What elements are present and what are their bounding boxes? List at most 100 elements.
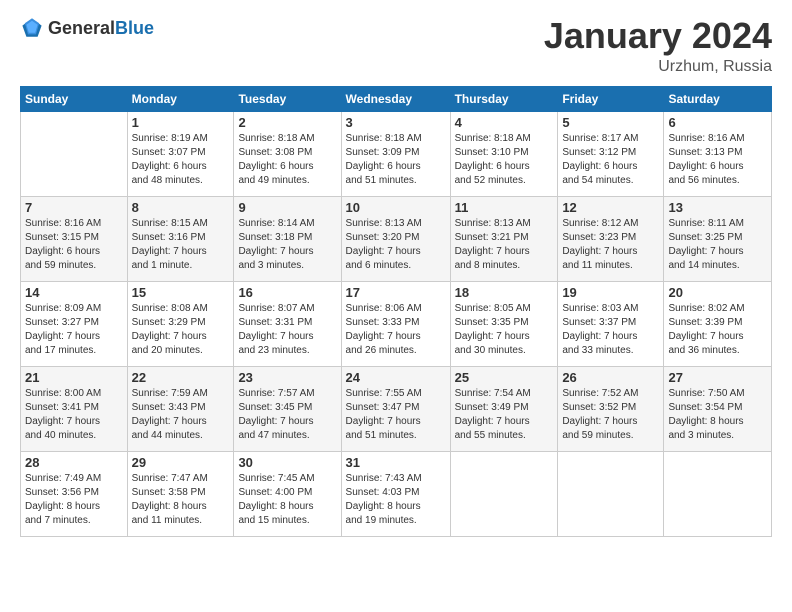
day-number: 29 xyxy=(132,455,230,470)
day-number: 23 xyxy=(238,370,336,385)
day-info: Sunrise: 8:14 AM Sunset: 3:18 PM Dayligh… xyxy=(238,217,336,273)
page: GeneralBlue January 2024 Urzhum, Russia … xyxy=(0,0,792,612)
calendar-cell: 23 Sunrise: 7:57 AM Sunset: 3:45 PM Dayli… xyxy=(234,366,341,451)
logo-blue: Blue xyxy=(115,18,154,38)
calendar-header-row: Sunday Monday Tuesday Wednesday Thursday… xyxy=(21,86,772,111)
calendar-cell: 4Sunrise: 8:18 AM Sunset: 3:10 PM Daylig… xyxy=(450,111,558,196)
day-number: 24 xyxy=(346,370,446,385)
calendar-cell: 28Sunrise: 7:49 AM Sunset: 3:56 PM Dayli… xyxy=(21,451,128,536)
day-info: Sunrise: 8:09 AM Sunset: 3:27 PM Dayligh… xyxy=(25,302,123,358)
day-number: 3 xyxy=(346,115,446,130)
day-number: 14 xyxy=(25,285,123,300)
day-number: 2 xyxy=(238,115,336,130)
calendar-cell: 22 Sunrise: 7:59 AM Sunset: 3:43 PM Dayli… xyxy=(127,366,234,451)
day-info: Sunrise: 8:02 AM Sunset: 3:39 PM Dayligh… xyxy=(668,302,767,358)
calendar-cell: 12 Sunrise: 8:12 AM Sunset: 3:23 PM Dayli… xyxy=(558,196,664,281)
logo-text: GeneralBlue xyxy=(48,18,154,39)
calendar-cell xyxy=(558,451,664,536)
calendar-week-5: 28Sunrise: 7:49 AM Sunset: 3:56 PM Dayli… xyxy=(21,451,772,536)
day-info: Sunrise: 8:17 AM Sunset: 3:12 PM Dayligh… xyxy=(562,132,659,188)
calendar-cell: 2Sunrise: 8:18 AM Sunset: 3:08 PM Daylig… xyxy=(234,111,341,196)
calendar-cell: 8 Sunrise: 8:15 AM Sunset: 3:16 PM Daylig… xyxy=(127,196,234,281)
day-info: Sunrise: 7:59 AM Sunset: 3:43 PM Dayligh… xyxy=(132,387,230,443)
calendar-cell: 13 Sunrise: 8:11 AM Sunset: 3:25 PM Dayli… xyxy=(664,196,772,281)
day-info: Sunrise: 7:52 AM Sunset: 3:52 PM Dayligh… xyxy=(562,387,659,443)
day-number: 19 xyxy=(562,285,659,300)
day-number: 10 xyxy=(346,200,446,215)
day-info: Sunrise: 8:11 AM Sunset: 3:25 PM Dayligh… xyxy=(668,217,767,273)
col-saturday: Saturday xyxy=(664,86,772,111)
calendar-cell: 5 Sunrise: 8:17 AM Sunset: 3:12 PM Daylig… xyxy=(558,111,664,196)
calendar-week-3: 14 Sunrise: 8:09 AM Sunset: 3:27 PM Dayli… xyxy=(21,281,772,366)
day-info: Sunrise: 8:03 AM Sunset: 3:37 PM Dayligh… xyxy=(562,302,659,358)
logo-general: General xyxy=(48,18,115,38)
calendar-cell: 10Sunrise: 8:13 AM Sunset: 3:20 PM Dayli… xyxy=(341,196,450,281)
day-number: 21 xyxy=(25,370,123,385)
day-info: Sunrise: 7:43 AM Sunset: 4:03 PM Dayligh… xyxy=(346,472,446,528)
calendar-cell: 20 Sunrise: 8:02 AM Sunset: 3:39 PM Dayli… xyxy=(664,281,772,366)
day-info: Sunrise: 8:08 AM Sunset: 3:29 PM Dayligh… xyxy=(132,302,230,358)
day-number: 4 xyxy=(455,115,554,130)
day-number: 9 xyxy=(238,200,336,215)
calendar-cell: 3Sunrise: 8:18 AM Sunset: 3:09 PM Daylig… xyxy=(341,111,450,196)
calendar-cell: 1Sunrise: 8:19 AM Sunset: 3:07 PM Daylig… xyxy=(127,111,234,196)
day-number: 16 xyxy=(238,285,336,300)
col-tuesday: Tuesday xyxy=(234,86,341,111)
calendar-cell: 21 Sunrise: 8:00 AM Sunset: 3:41 PM Dayli… xyxy=(21,366,128,451)
day-number: 12 xyxy=(562,200,659,215)
logo: GeneralBlue xyxy=(20,16,154,40)
col-thursday: Thursday xyxy=(450,86,558,111)
calendar-week-1: 1Sunrise: 8:19 AM Sunset: 3:07 PM Daylig… xyxy=(21,111,772,196)
day-info: Sunrise: 8:00 AM Sunset: 3:41 PM Dayligh… xyxy=(25,387,123,443)
calendar-cell: 27 Sunrise: 7:50 AM Sunset: 3:54 PM Dayli… xyxy=(664,366,772,451)
day-number: 17 xyxy=(346,285,446,300)
col-monday: Monday xyxy=(127,86,234,111)
day-number: 27 xyxy=(668,370,767,385)
calendar-cell: 7 Sunrise: 8:16 AM Sunset: 3:15 PM Daylig… xyxy=(21,196,128,281)
day-number: 30 xyxy=(238,455,336,470)
day-info: Sunrise: 8:15 AM Sunset: 3:16 PM Dayligh… xyxy=(132,217,230,273)
calendar-cell: 31Sunrise: 7:43 AM Sunset: 4:03 PM Dayli… xyxy=(341,451,450,536)
calendar-cell: 9 Sunrise: 8:14 AM Sunset: 3:18 PM Daylig… xyxy=(234,196,341,281)
day-info: Sunrise: 7:45 AM Sunset: 4:00 PM Dayligh… xyxy=(238,472,336,528)
calendar-week-2: 7 Sunrise: 8:16 AM Sunset: 3:15 PM Daylig… xyxy=(21,196,772,281)
day-info: Sunrise: 8:16 AM Sunset: 3:15 PM Dayligh… xyxy=(25,217,123,273)
day-number: 5 xyxy=(562,115,659,130)
calendar-table: Sunday Monday Tuesday Wednesday Thursday… xyxy=(20,86,772,537)
day-info: Sunrise: 7:57 AM Sunset: 3:45 PM Dayligh… xyxy=(238,387,336,443)
day-number: 7 xyxy=(25,200,123,215)
calendar-cell xyxy=(450,451,558,536)
logo-icon xyxy=(20,16,44,40)
day-number: 6 xyxy=(668,115,767,130)
calendar-cell: 24Sunrise: 7:55 AM Sunset: 3:47 PM Dayli… xyxy=(341,366,450,451)
col-sunday: Sunday xyxy=(21,86,128,111)
calendar-cell: 18 Sunrise: 8:05 AM Sunset: 3:35 PM Dayli… xyxy=(450,281,558,366)
day-info: Sunrise: 8:06 AM Sunset: 3:33 PM Dayligh… xyxy=(346,302,446,358)
header: GeneralBlue January 2024 Urzhum, Russia xyxy=(20,16,772,76)
day-number: 18 xyxy=(455,285,554,300)
calendar-cell: 30 Sunrise: 7:45 AM Sunset: 4:00 PM Dayli… xyxy=(234,451,341,536)
day-number: 11 xyxy=(455,200,554,215)
calendar-cell: 11Sunrise: 8:13 AM Sunset: 3:21 PM Dayli… xyxy=(450,196,558,281)
calendar-cell: 16 Sunrise: 8:07 AM Sunset: 3:31 PM Dayli… xyxy=(234,281,341,366)
calendar-cell: 29 Sunrise: 7:47 AM Sunset: 3:58 PM Dayli… xyxy=(127,451,234,536)
day-number: 8 xyxy=(132,200,230,215)
col-friday: Friday xyxy=(558,86,664,111)
day-info: Sunrise: 7:47 AM Sunset: 3:58 PM Dayligh… xyxy=(132,472,230,528)
day-number: 22 xyxy=(132,370,230,385)
day-info: Sunrise: 8:19 AM Sunset: 3:07 PM Dayligh… xyxy=(132,132,230,188)
calendar-cell xyxy=(664,451,772,536)
day-number: 20 xyxy=(668,285,767,300)
calendar-cell: 19 Sunrise: 8:03 AM Sunset: 3:37 PM Dayli… xyxy=(558,281,664,366)
day-number: 25 xyxy=(455,370,554,385)
day-info: Sunrise: 8:07 AM Sunset: 3:31 PM Dayligh… xyxy=(238,302,336,358)
title-area: January 2024 Urzhum, Russia xyxy=(544,16,772,76)
day-info: Sunrise: 8:12 AM Sunset: 3:23 PM Dayligh… xyxy=(562,217,659,273)
day-info: Sunrise: 7:50 AM Sunset: 3:54 PM Dayligh… xyxy=(668,387,767,443)
calendar-cell: 26Sunrise: 7:52 AM Sunset: 3:52 PM Dayli… xyxy=(558,366,664,451)
day-number: 15 xyxy=(132,285,230,300)
day-info: Sunrise: 8:05 AM Sunset: 3:35 PM Dayligh… xyxy=(455,302,554,358)
day-number: 13 xyxy=(668,200,767,215)
day-info: Sunrise: 8:16 AM Sunset: 3:13 PM Dayligh… xyxy=(668,132,767,188)
calendar-cell: 25Sunrise: 7:54 AM Sunset: 3:49 PM Dayli… xyxy=(450,366,558,451)
